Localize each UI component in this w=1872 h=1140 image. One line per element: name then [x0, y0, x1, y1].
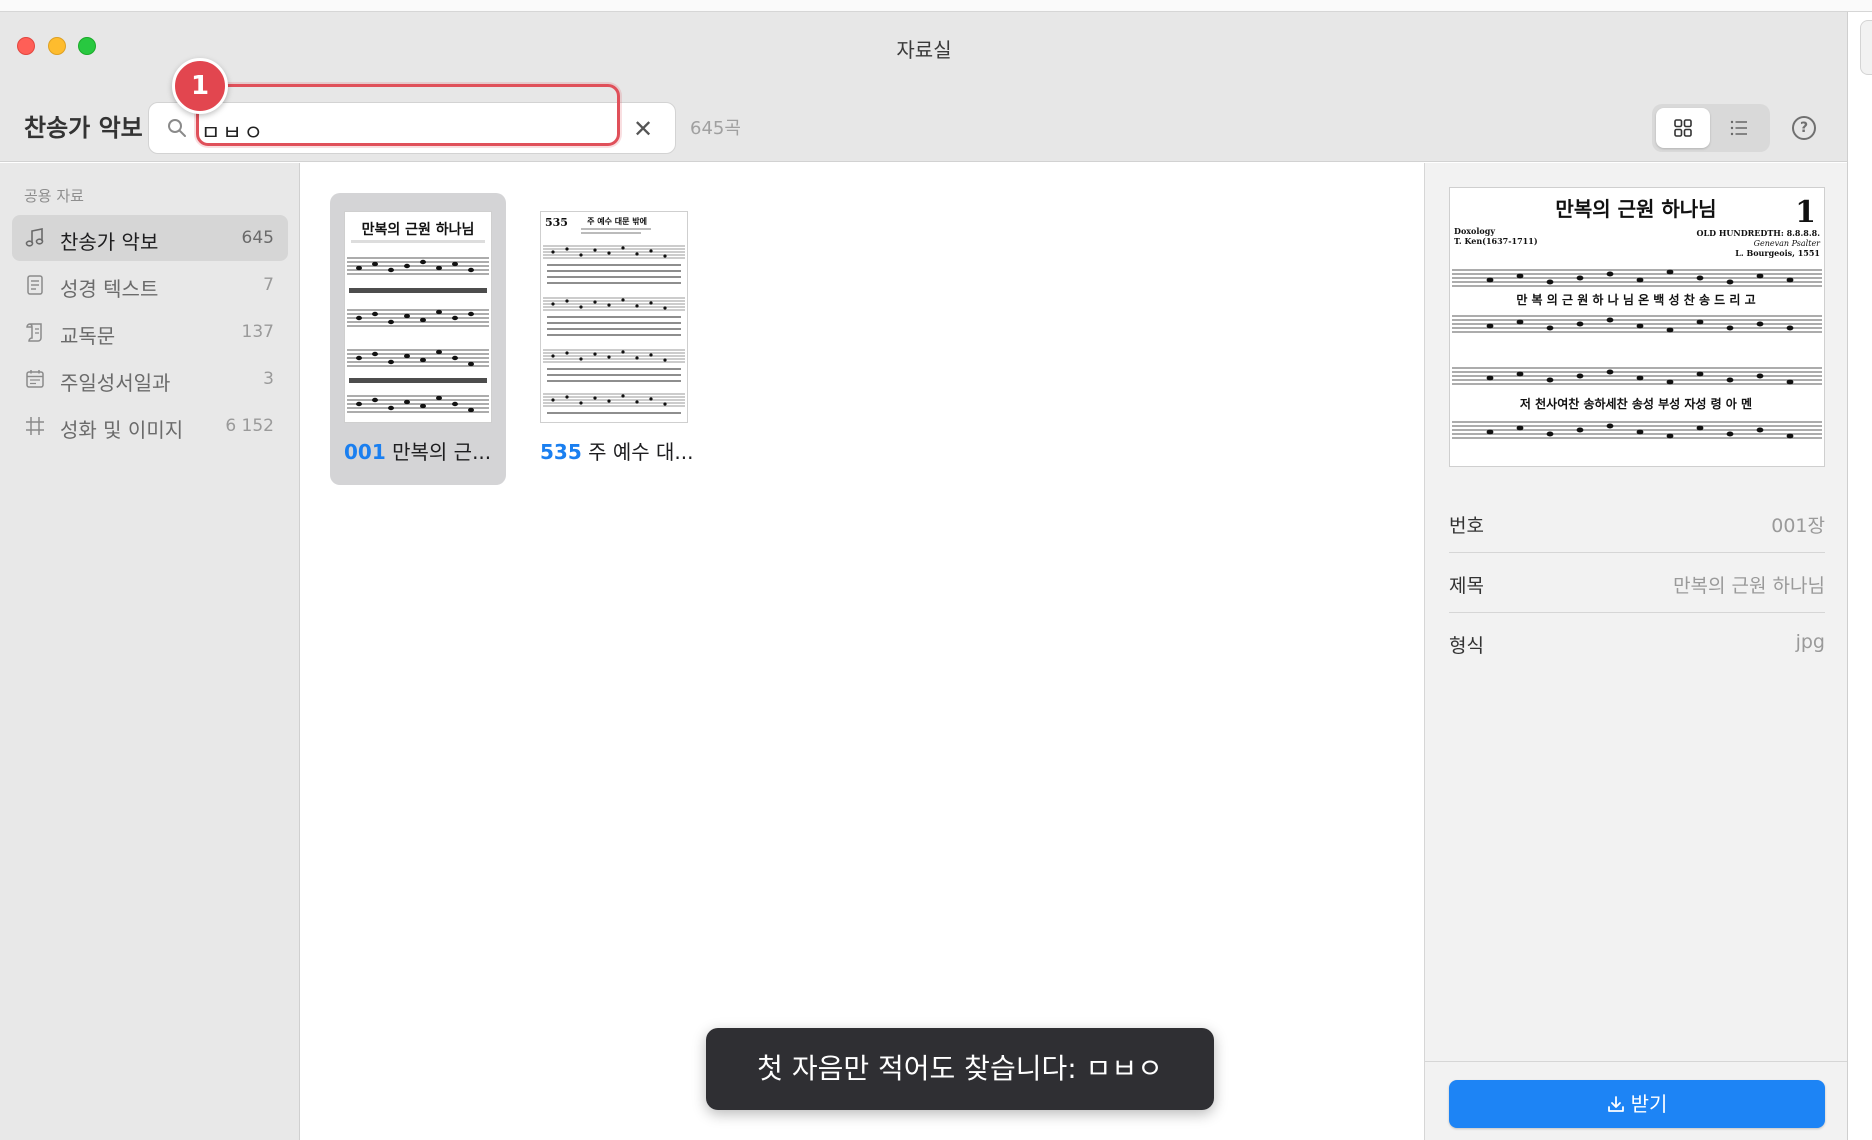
- view-mode-toggle: [1652, 104, 1770, 152]
- preview-tune: OLD HUNDREDTH: 8.8.8.8.: [1697, 228, 1821, 238]
- sidebar-item-label: 주일성서일과: [60, 371, 171, 395]
- preview-right-line1: Genevan Psalter: [1754, 239, 1822, 248]
- list-view-button[interactable]: [1712, 108, 1766, 148]
- thumbnail-number: 535: [545, 216, 568, 229]
- grid-view-button[interactable]: [1656, 108, 1710, 148]
- sidebar-item-count: 645: [241, 228, 274, 248]
- search-highlight-frame: [196, 84, 620, 146]
- sidebar-item-hymn-scores[interactable]: 찬송가 악보 645: [12, 215, 288, 261]
- sidebar-item-count: 137: [241, 322, 274, 342]
- preview-lyrics-line2: 저 천사여찬 송하세찬 송성 부성 자성 령 아 멘: [1520, 396, 1752, 411]
- detail-value: 001장: [1771, 515, 1825, 537]
- sidebar-item-label: 성경 텍스트: [60, 277, 159, 301]
- results-grid: 만복의 근원 하나님 001 만복의 근... 535 주 예수 대문 밖에 5…: [300, 163, 1424, 1140]
- scroll-icon: [26, 323, 42, 342]
- library-window: 자료실 찬송가 악보 ㅁㅂㅇ ✕ 645곡 ? 공용 자료 찬송가 악보 645…: [0, 12, 1848, 1140]
- step-badge: 1: [172, 58, 228, 114]
- thumbnail-title: 주 예수 대문 밖에: [587, 216, 647, 226]
- detail-row-number: 번호 001장: [1449, 493, 1825, 553]
- score-preview: 만복의 근원 하나님 1 OLD HUNDREDTH: 8.8.8.8. Dox…: [1449, 187, 1825, 467]
- thumbnail-title: 만복의 근원 하나님: [362, 221, 475, 238]
- section-title: 찬송가 악보: [24, 114, 143, 142]
- result-tile-535[interactable]: 535 주 예수 대문 밖에 535 주 예수 대...: [526, 193, 702, 485]
- hymn-title: 만복의 근...: [392, 440, 492, 464]
- sidebar-item-label: 찬송가 악보: [60, 230, 159, 254]
- music-note-icon: [25, 228, 44, 247]
- calendar-icon: [26, 370, 44, 388]
- clear-search-button[interactable]: ✕: [629, 115, 657, 143]
- detail-key: 형식: [1449, 635, 1484, 657]
- preview-right-line2: L. Bourgeois, 1551: [1735, 248, 1820, 258]
- sidebar-item-label: 성화 및 이미지: [60, 418, 184, 442]
- detail-key: 제목: [1449, 575, 1484, 597]
- document-icon: [27, 275, 43, 295]
- preview-number: 1: [1795, 195, 1816, 230]
- hint-toast: 첫 자음만 적어도 찾습니다: ㅁㅂㅇ: [706, 1028, 1214, 1110]
- detail-value: jpg: [1795, 631, 1825, 653]
- screen-top-strip: [0, 0, 1872, 12]
- list-icon: [1730, 120, 1747, 136]
- download-label: 받기: [1630, 1092, 1668, 1116]
- sidebar-section-header: 공용 자료: [24, 187, 84, 205]
- preview-left-line1: Doxology: [1454, 226, 1495, 236]
- result-tile-001[interactable]: 만복의 근원 하나님 001 만복의 근...: [330, 193, 506, 485]
- window-title: 자료실: [896, 38, 952, 62]
- preview-title: 만복의 근원 하나님: [1555, 197, 1716, 221]
- sidebar-item-images[interactable]: 성화 및 이미지 6 152: [12, 403, 288, 449]
- score-thumbnail: 만복의 근원 하나님: [344, 211, 492, 423]
- hash-frame-icon: [26, 417, 44, 435]
- download-button[interactable]: 받기: [1449, 1080, 1825, 1128]
- hymn-number: 001: [344, 440, 386, 464]
- detail-value: 만복의 근원 하나님: [1673, 575, 1825, 597]
- tile-caption: 535 주 예수 대...: [540, 436, 694, 465]
- sidebar: 공용 자료 찬송가 악보 645 성경 텍스트 7 교독문 137 주일성서일과…: [0, 163, 300, 1140]
- grid-icon: [1674, 119, 1692, 137]
- detail-panel: 만복의 근원 하나님 1 OLD HUNDREDTH: 8.8.8.8. Dox…: [1424, 163, 1847, 1140]
- help-button[interactable]: ?: [1792, 116, 1816, 140]
- sidebar-item-label: 교독문: [60, 324, 116, 348]
- hymn-title: 주 예수 대...: [588, 440, 694, 464]
- sidebar-item-responsive-reading[interactable]: 교독문 137: [12, 309, 288, 355]
- download-icon: [1607, 1096, 1624, 1112]
- sidebar-item-bible-text[interactable]: 성경 텍스트 7: [12, 262, 288, 308]
- result-count: 645곡: [690, 118, 741, 139]
- sidebar-item-count: 3: [263, 369, 274, 389]
- detail-row-format: 형식 jpg: [1449, 613, 1825, 673]
- sidebar-item-count: 6 152: [225, 416, 274, 436]
- hymn-number: 535: [540, 440, 582, 464]
- tile-caption: 001 만복의 근...: [344, 436, 491, 465]
- search-icon: [168, 119, 186, 137]
- sidebar-item-count: 7: [263, 275, 274, 295]
- detail-row-title: 제목 만복의 근원 하나님: [1449, 553, 1825, 613]
- preview-lyrics-line1: 만 복 의 근 원 하 나 님 온 백 성 찬 송 드 리 고: [1516, 292, 1755, 307]
- score-thumbnail: 535 주 예수 대문 밖에: [540, 211, 688, 423]
- adjacent-window-edge: [1860, 20, 1872, 75]
- detail-footer: 받기: [1425, 1061, 1847, 1140]
- detail-key: 번호: [1449, 515, 1484, 537]
- title-bar: 자료실: [0, 12, 1847, 80]
- sidebar-item-lectionary[interactable]: 주일성서일과 3: [12, 356, 288, 402]
- preview-left-line2: T. Ken(1637-1711): [1454, 236, 1538, 246]
